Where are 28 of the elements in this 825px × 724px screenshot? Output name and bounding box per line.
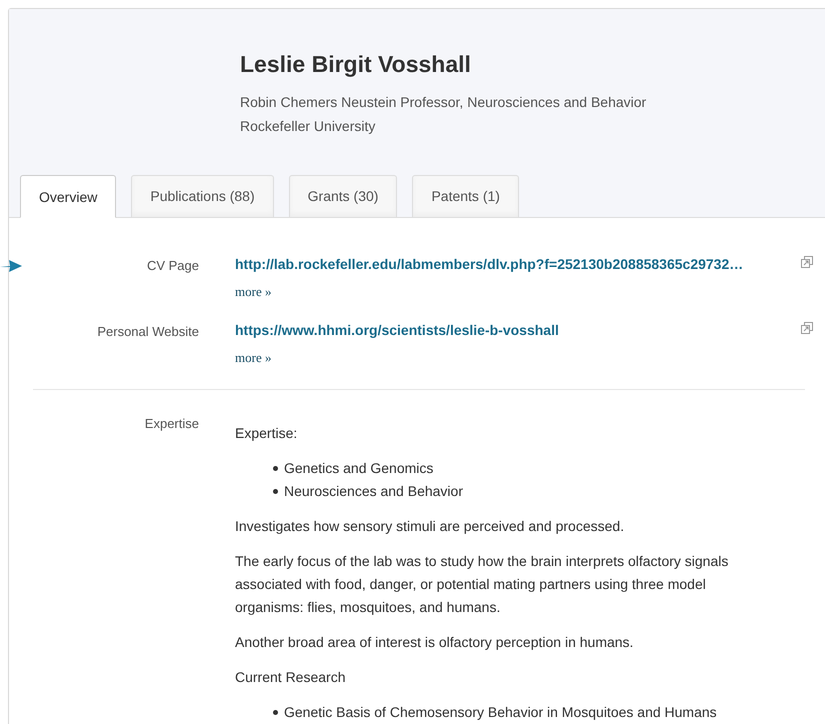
url-link[interactable]: http://lab.rockefeller.edu/labmembers/dlv.php?f=252130b208858365c29732… <box>235 254 801 274</box>
expertise-item: Genetics and Genomics <box>284 459 434 478</box>
more-link[interactable]: more » <box>235 282 272 302</box>
field-label: CV Page <box>146 257 199 275</box>
bullet-icon <box>273 489 278 494</box>
expertise-paragraph: Current Research <box>235 668 346 687</box>
tab[interactable]: Patents (1) <box>412 175 519 217</box>
external-link-icon[interactable] <box>801 256 813 268</box>
external-link-icon[interactable] <box>801 322 813 334</box>
profile-institution: Rockefeller University <box>240 117 376 136</box>
bullet-icon <box>273 466 278 471</box>
profile-title: Robin Chemers Neustein Professor, Neurosciences and Behavior <box>240 93 648 112</box>
expertise-item: Neurosciences and Behavior <box>284 482 463 501</box>
expertise-paragraph: The early focus of the lab was to study how the brain interprets olfactory signals associated with food, danger, or potential mating partners using three model organisms: flies, mosquitoes, and humans. <box>235 552 730 617</box>
profile-name: Leslie Birgit Vosshall <box>240 50 472 79</box>
field-label: Personal Website <box>97 322 199 340</box>
expertise-paragraph: Investigates how sensory stimuli are perceived and processed. <box>235 517 626 536</box>
expertise-paragraph: Expertise: <box>235 424 298 443</box>
tab[interactable]: Publications (88) <box>131 175 274 217</box>
expertise-paragraph: Another broad area of interest is olfactory perception in humans. <box>235 633 634 652</box>
field-label: Expertise <box>144 415 199 433</box>
tab[interactable]: Overview <box>20 175 116 218</box>
arrow-icon <box>0 259 22 273</box>
tab[interactable]: Grants (30) <box>288 175 398 217</box>
bullet-icon <box>273 710 278 715</box>
more-link[interactable]: more » <box>235 348 272 367</box>
expertise-item: Genetic Basis of Chemosensory Behavior in Mosquitoes and Humans <box>284 703 717 722</box>
url-link[interactable]: https://www.hhmi.org/scientists/leslie-b-vosshall <box>235 320 801 340</box>
